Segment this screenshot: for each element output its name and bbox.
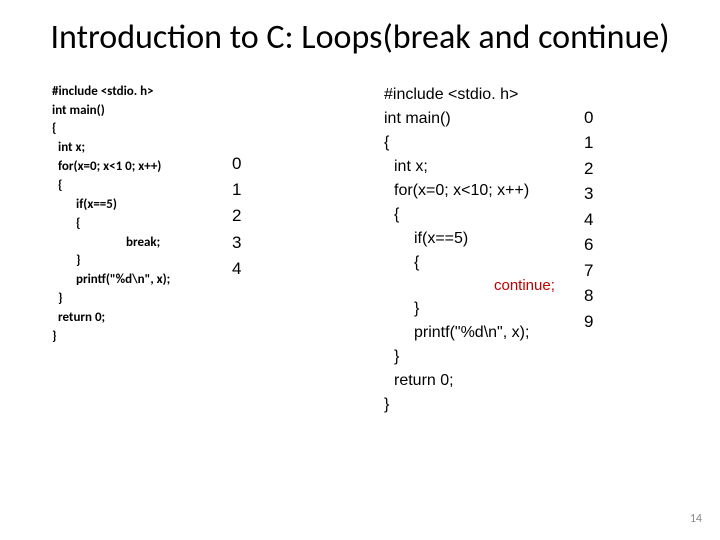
- page-number: 14: [690, 512, 702, 526]
- code-line: int x;: [384, 155, 584, 179]
- output-line: 0: [584, 105, 624, 131]
- output-line: 2: [232, 203, 292, 229]
- code-line: }: [384, 393, 584, 417]
- code-line-continue: continue;: [384, 275, 584, 298]
- code-line: int main(): [52, 102, 232, 121]
- code-line: break;: [52, 234, 232, 253]
- code-line: {: [384, 203, 584, 227]
- output-line: 1: [232, 177, 292, 203]
- output-line: 3: [584, 181, 624, 207]
- code-line: #include <stdio. h>: [384, 83, 584, 107]
- output-line: 9: [584, 309, 624, 335]
- code-line: if(x==5): [384, 227, 584, 251]
- code-line: {: [384, 251, 584, 275]
- code-line: printf("%d\n", x);: [52, 271, 232, 290]
- break-code-block: #include <stdio. h> int main() { int x; …: [52, 83, 232, 418]
- code-line: {: [384, 131, 584, 155]
- code-line: {: [52, 215, 232, 234]
- output-line: 7: [584, 258, 624, 284]
- output-line: 6: [584, 232, 624, 258]
- output-line: 0: [232, 151, 292, 177]
- code-line: }: [384, 297, 584, 321]
- code-line: }: [52, 328, 232, 347]
- continue-code-block: #include <stdio. h> int main() { int x; …: [384, 83, 584, 418]
- content-area: #include <stdio. h> int main() { int x; …: [0, 59, 720, 418]
- continue-output-block: 0 1 2 3 4 6 7 8 9: [584, 83, 624, 418]
- code-line: {: [52, 177, 232, 196]
- code-line: }: [52, 252, 232, 271]
- code-line: #include <stdio. h>: [52, 83, 232, 102]
- code-line: {: [52, 120, 232, 139]
- spacer: [292, 83, 384, 418]
- code-line: return 0;: [384, 369, 584, 393]
- output-line: 2: [584, 156, 624, 182]
- code-line: for(x=0; x<10; x++): [384, 179, 584, 203]
- page-title: Introduction to C: Loops(break and conti…: [0, 0, 720, 59]
- output-line: 4: [232, 256, 292, 282]
- code-line: }: [52, 290, 232, 309]
- code-line: if(x==5): [52, 196, 232, 215]
- code-line: int x;: [52, 139, 232, 158]
- output-line: 1: [584, 130, 624, 156]
- output-line: 8: [584, 283, 624, 309]
- output-line: 4: [584, 207, 624, 233]
- code-line: return 0;: [52, 309, 232, 328]
- code-line: for(x=0; x<1 0; x++): [52, 158, 232, 177]
- break-output-block: 0 1 2 3 4: [232, 83, 292, 418]
- code-line: }: [384, 345, 584, 369]
- code-line: int main(): [384, 107, 584, 131]
- output-line: 3: [232, 230, 292, 256]
- code-line: printf("%d\n", x);: [384, 321, 584, 345]
